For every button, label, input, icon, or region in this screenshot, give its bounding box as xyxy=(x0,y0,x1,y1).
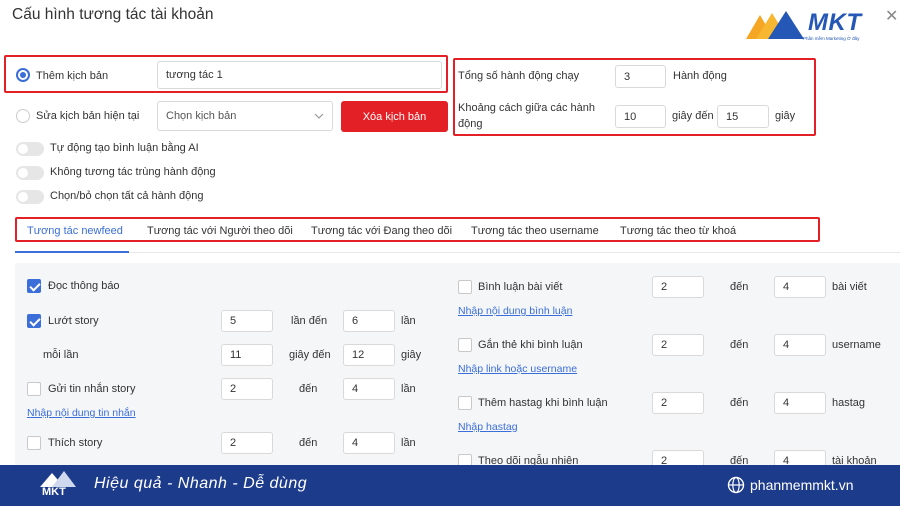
no-duplicate-label: Không tương tác trùng hành động xyxy=(50,166,216,178)
select-all-label: Chọn/bỏ chọn tất cả hành động xyxy=(50,190,204,202)
hashtag-checkbox[interactable] xyxy=(458,396,472,410)
read-notification-checkbox[interactable] xyxy=(27,279,41,293)
add-scenario-radio[interactable] xyxy=(16,68,30,82)
scroll-story-label: Lướt story xyxy=(48,315,99,327)
tab-username[interactable]: Tương tác theo username xyxy=(471,225,599,237)
no-duplicate-toggle[interactable] xyxy=(16,166,44,180)
like-from-input[interactable]: 2 xyxy=(221,432,273,454)
total-actions-input[interactable]: 3 xyxy=(615,65,666,88)
message-mid-label: đến xyxy=(299,383,318,395)
hashtag-unit-label: hastag xyxy=(832,397,866,409)
comment-mid-label: đến xyxy=(730,281,749,293)
tab-keyword[interactable]: Tương tác theo từ khoá xyxy=(620,225,736,237)
hashtag-from-input[interactable]: 2 xyxy=(652,392,704,414)
tag-mid-label: đến xyxy=(730,339,749,351)
globe-icon xyxy=(727,476,745,494)
gap-label-line2: động xyxy=(458,118,483,130)
footer-logo-text: MKT xyxy=(42,486,66,498)
chevron-down-icon xyxy=(314,113,324,119)
tabs-divider xyxy=(129,252,900,253)
comment-label: Bình luận bài viết xyxy=(478,281,563,293)
gap-label-line1: Khoảng cách giữa các hành xyxy=(458,102,596,114)
tab-following[interactable]: Tương tác với Đang theo dõi xyxy=(311,225,452,237)
each-time-label: mỗi lần xyxy=(43,349,79,361)
tab-followers[interactable]: Tương tác với Người theo dõi xyxy=(147,225,293,237)
like-mid-label: đến xyxy=(299,437,318,449)
message-story-label: Gửi tin nhắn story xyxy=(48,383,136,395)
tag-unit-label: username xyxy=(832,339,881,351)
tag-label: Gắn thẻ khi bình luận xyxy=(478,339,583,351)
hashtag-link[interactable]: Nhập hastag xyxy=(458,421,518,433)
tag-from-input[interactable]: 2 xyxy=(652,334,704,356)
gap-from-input[interactable]: 10 xyxy=(615,105,666,128)
scroll-unit-label: lần xyxy=(401,315,416,327)
each-unit-label: giây xyxy=(401,349,422,361)
hashtag-label: Thêm hastag khi bình luận xyxy=(478,397,608,409)
tag-link[interactable]: Nhập link hoặc username xyxy=(458,363,577,375)
gap-to-input[interactable]: 15 xyxy=(717,105,769,128)
edit-scenario-radio[interactable] xyxy=(16,109,30,123)
message-from-input[interactable]: 2 xyxy=(221,378,273,400)
ai-comment-label: Tự động tạo bình luận bằng AI xyxy=(50,142,199,154)
total-actions-unit: Hành động xyxy=(673,70,727,82)
like-to-input[interactable]: 4 xyxy=(343,432,395,454)
comment-to-input[interactable]: 4 xyxy=(774,276,826,298)
delete-scenario-button[interactable]: Xóa kịch bản xyxy=(341,101,448,132)
edit-scenario-label: Sửa kịch bản hiện tại xyxy=(36,110,140,122)
message-unit-label: lần xyxy=(401,383,416,395)
scroll-to-input[interactable]: 6 xyxy=(343,310,395,332)
message-content-link[interactable]: Nhập nội dung tin nhắn xyxy=(27,407,136,419)
tab-active-indicator xyxy=(15,251,129,253)
tag-checkbox[interactable] xyxy=(458,338,472,352)
tag-to-input[interactable]: 4 xyxy=(774,334,826,356)
dialog-title: Cấu hình tương tác tài khoản xyxy=(12,6,214,23)
comment-checkbox[interactable] xyxy=(458,280,472,294)
read-notification-label: Đọc thông báo xyxy=(48,280,120,292)
total-actions-label: Tổng số hành động chạy xyxy=(458,70,580,82)
comment-from-input[interactable]: 2 xyxy=(652,276,704,298)
like-story-checkbox[interactable] xyxy=(27,436,41,450)
logo-text: MKT xyxy=(808,9,862,36)
ai-comment-toggle[interactable] xyxy=(16,142,44,156)
footer-website[interactable]: phanmemmkt.vn xyxy=(750,477,853,493)
message-story-checkbox[interactable] xyxy=(27,382,41,396)
scroll-story-checkbox[interactable] xyxy=(27,314,41,328)
message-to-input[interactable]: 4 xyxy=(343,378,395,400)
hashtag-mid-label: đến xyxy=(730,397,749,409)
scroll-from-input[interactable]: 5 xyxy=(221,310,273,332)
each-to-input[interactable]: 12 xyxy=(343,344,395,366)
select-all-toggle[interactable] xyxy=(16,190,44,204)
each-from-input[interactable]: 11 xyxy=(221,344,273,366)
hashtag-to-input[interactable]: 4 xyxy=(774,392,826,414)
each-mid-label: giây đến xyxy=(289,349,331,361)
scroll-mid-label: lần đến xyxy=(291,315,328,327)
tab-newfeed[interactable]: Tương tác newfeed xyxy=(27,225,123,237)
like-unit-label: lần xyxy=(401,437,416,449)
close-icon[interactable]: ✕ xyxy=(885,6,898,26)
scenario-name-input[interactable]: tương tác 1 xyxy=(157,61,442,89)
footer-tagline: Hiệu quả - Nhanh - Dễ dùng xyxy=(94,475,308,492)
comment-unit-label: bài viết xyxy=(832,281,867,293)
like-story-label: Thích story xyxy=(48,437,103,449)
scenario-select-placeholder: Chọn kịch bản xyxy=(166,110,237,122)
gap-unit-label: giây xyxy=(775,110,796,122)
comment-content-link[interactable]: Nhập nội dung bình luận xyxy=(458,305,572,317)
add-scenario-label: Thêm kịch bản xyxy=(36,70,109,82)
scenario-select[interactable]: Chọn kịch bản xyxy=(157,101,333,131)
gap-mid-label: giây đến xyxy=(672,110,714,122)
logo-subtitle: Phần mềm Marketing Ở đây xyxy=(803,36,860,41)
